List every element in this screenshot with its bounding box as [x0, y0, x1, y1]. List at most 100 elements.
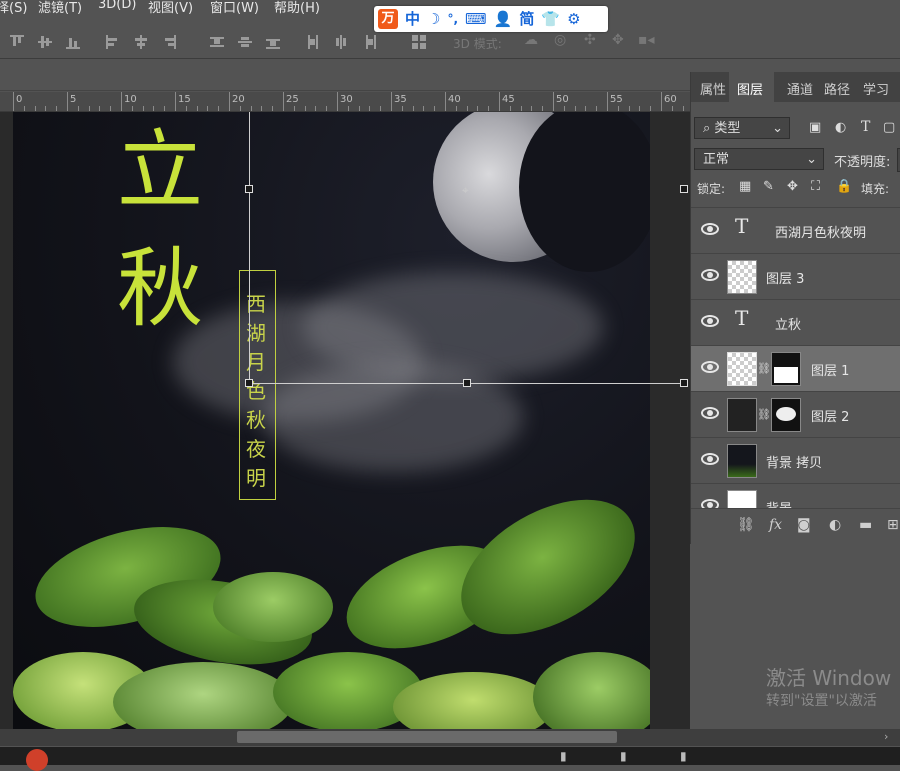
skin-icon[interactable]: 👕 [541, 9, 560, 29]
layer-row[interactable]: 背景 [691, 483, 900, 509]
align-hcenter-icon[interactable] [134, 35, 148, 49]
camera-3d-icon[interactable]: ▪◂ [638, 32, 655, 48]
align-vcenter-icon[interactable] [38, 35, 52, 49]
lock-label: 锁定: [697, 182, 726, 196]
visibility-eye-icon[interactable] [701, 315, 719, 327]
ruler-label: 60 [664, 94, 677, 105]
ruler-tick [359, 106, 360, 111]
transform-handle[interactable] [245, 185, 253, 193]
layer-filter-select[interactable]: ⌕ 类型 ⌄ [694, 117, 790, 139]
tab-properties[interactable]: 属性 [700, 79, 726, 98]
layer-name[interactable]: 图层 1 [811, 360, 849, 379]
transform-handle[interactable] [463, 379, 471, 387]
scrollbar-thumb[interactable] [237, 731, 617, 743]
user-icon[interactable]: 👤 [494, 9, 513, 29]
keyboard-icon[interactable]: ⌨ [465, 9, 487, 29]
align-top-icon[interactable] [10, 35, 24, 49]
transform-handle[interactable] [680, 379, 688, 387]
distribute-vcenter-icon[interactable] [238, 35, 252, 49]
ruler-label: 25 [286, 94, 299, 105]
layer-row[interactable]: T 西湖月色秋夜明 [691, 207, 900, 254]
moon-icon[interactable]: ☽ [427, 9, 440, 29]
layer-mask-thumbnail [771, 398, 801, 432]
transform-handle[interactable] [245, 379, 253, 387]
ime-chinese-mode[interactable]: 中 [405, 9, 420, 29]
link-chain-icon[interactable]: ⛓ [757, 362, 771, 375]
orbit-3d-icon[interactable]: ☁ [524, 32, 538, 48]
distribute-hcenter-icon[interactable] [334, 35, 348, 49]
slide-3d-icon[interactable]: ✥ [612, 32, 626, 48]
menu-filter[interactable]: 滤镜(T) [38, 0, 82, 16]
align-bottom-icon[interactable] [66, 35, 80, 49]
filter-adjust-icon[interactable]: ◐ [835, 120, 846, 135]
link-chain-icon[interactable]: ⛓ [757, 408, 771, 421]
menu-view[interactable]: 视图(V) [148, 0, 193, 16]
ruler-tick [510, 106, 511, 111]
drag-3d-icon[interactable]: ✣ [584, 32, 598, 48]
layer-name[interactable]: 背景 拷贝 [766, 452, 822, 471]
tab-channels[interactable]: 通道 [787, 79, 813, 98]
layer-row[interactable]: T 立秋 [691, 299, 900, 346]
align-left-icon[interactable] [106, 35, 120, 49]
tab-learn[interactable]: 学习 [863, 79, 889, 98]
adjustment-layer-icon[interactable]: ◐ [829, 517, 841, 533]
filter-type-icon[interactable]: T [861, 119, 870, 135]
distribute-left-icon[interactable] [306, 35, 320, 49]
lock-move-icon[interactable]: ✥ [787, 179, 798, 194]
tray-icon[interactable]: ▮ [620, 749, 627, 763]
title-text-liqiu[interactable]: 立秋 [117, 112, 217, 348]
blend-mode-select[interactable]: 正常 ⌄ [694, 148, 824, 170]
distribute-right-icon[interactable] [362, 35, 376, 49]
add-mask-icon[interactable]: ◙ [797, 517, 811, 533]
ime-simplified[interactable]: 简 [519, 9, 534, 29]
layer-name[interactable]: 西湖月色秋夜明 [775, 222, 866, 241]
tab-paths[interactable]: 路径 [824, 79, 850, 98]
distribute-bottom-icon[interactable] [266, 35, 280, 49]
new-layer-icon[interactable]: ⊞ [887, 517, 899, 533]
settings-gear-icon[interactable]: ⚙ [567, 9, 580, 29]
scroll-right-icon[interactable]: › [884, 730, 888, 743]
ruler-label: 40 [448, 94, 461, 105]
roll-3d-icon[interactable]: ◎ [554, 32, 568, 48]
layer-name[interactable]: 图层 2 [811, 406, 849, 425]
visibility-eye-icon[interactable] [701, 269, 719, 281]
visibility-eye-icon[interactable] [701, 361, 719, 373]
menu-3d[interactable]: 3D(D) [98, 0, 136, 12]
lock-transparent-icon[interactable]: ▦ [739, 179, 751, 194]
tray-icon[interactable]: ▮ [560, 749, 567, 763]
tab-layers[interactable]: 图层 [737, 79, 763, 98]
filter-shape-icon[interactable]: ▢ [883, 120, 895, 135]
layer-row[interactable]: ⛓ 图层 2 [691, 391, 900, 438]
distribute-top-icon[interactable] [210, 35, 224, 49]
align-right-icon[interactable] [162, 35, 176, 49]
ruler-tick [261, 106, 262, 111]
tray-icon[interactable]: ▮ [680, 749, 687, 763]
filter-pixel-icon[interactable]: ▣ [809, 120, 821, 135]
layer-name[interactable]: 图层 3 [766, 268, 804, 287]
menu-window[interactable]: 窗口(W) [210, 0, 259, 16]
layer-name[interactable]: 立秋 [775, 314, 801, 333]
link-layers-icon[interactable]: ⛓ [737, 517, 755, 533]
new-group-icon[interactable]: ▬ [859, 517, 872, 533]
lock-all-icon[interactable]: 🔒 [836, 179, 852, 194]
menu-help[interactable]: 帮助(H) [274, 0, 320, 16]
layer-row[interactable]: 图层 3 [691, 253, 900, 300]
options-bar: 3D 模式: ☁ ◎ ✣ ✥ ▪◂ [0, 28, 900, 59]
visibility-eye-icon[interactable] [701, 453, 719, 465]
auto-align-icon[interactable] [412, 35, 426, 49]
chevron-down-icon: ⌄ [806, 152, 817, 167]
transform-handle[interactable] [680, 185, 688, 193]
layer-row-selected[interactable]: ⛓ 图层 1 [691, 345, 900, 392]
ime-logo[interactable]: 万 [378, 9, 398, 29]
fx-icon[interactable]: fx [769, 517, 782, 533]
visibility-eye-icon[interactable] [701, 223, 719, 235]
lock-paint-icon[interactable]: ✎ [763, 179, 774, 194]
menu-select[interactable]: 择(S) [0, 0, 27, 16]
document-canvas[interactable]: 立秋 西湖月色秋夜明 [13, 112, 650, 729]
layer-row[interactable]: 背景 拷贝 [691, 437, 900, 484]
browser-icon[interactable] [26, 749, 48, 771]
horizontal-ruler[interactable]: 0 5 10 15 20 25 30 35 40 45 50 55 60 [0, 92, 690, 112]
punctuation-icon[interactable]: °, [447, 9, 458, 29]
visibility-eye-icon[interactable] [701, 407, 719, 419]
lock-artboard-icon[interactable]: ⛶ [811, 179, 820, 194]
